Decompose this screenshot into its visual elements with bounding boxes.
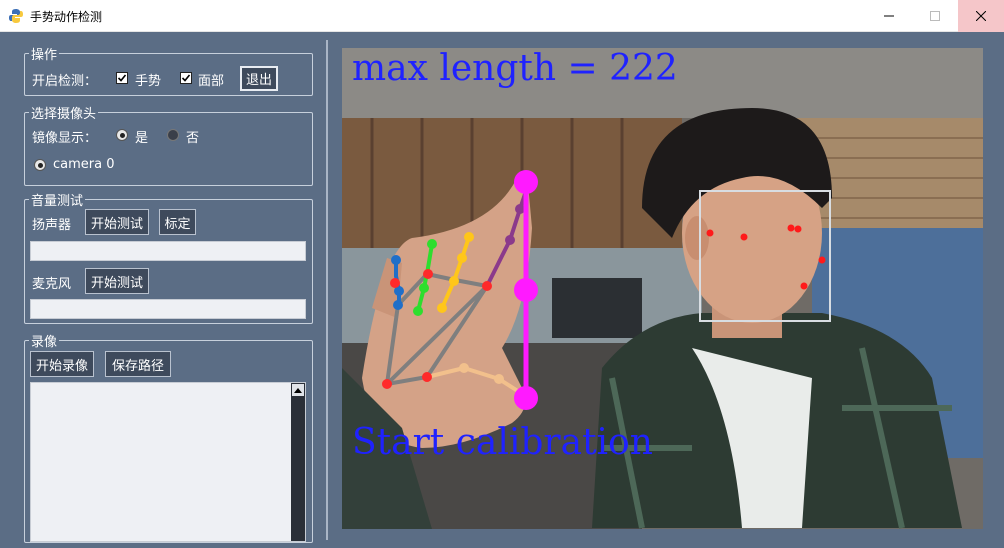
- mirror-no-radio[interactable]: [167, 129, 179, 141]
- mic-volume-bar: [30, 299, 306, 319]
- exit-button[interactable]: 退出: [240, 66, 278, 91]
- mirror-display-label: 镜像显示：: [32, 131, 98, 146]
- face-checkbox-label: 面部: [198, 74, 225, 89]
- start-recording-button-label: 开始录像: [35, 358, 88, 374]
- record-log-scrollbar[interactable]: [291, 383, 305, 541]
- calibration-overlay-text: Start calibration: [352, 422, 653, 463]
- arrow-up-icon: [294, 388, 302, 393]
- record-log-textarea[interactable]: [30, 382, 306, 542]
- scroll-up-button[interactable]: [292, 384, 304, 396]
- mirror-yes-radio[interactable]: [116, 129, 128, 141]
- volume-test-legend: 音量测试: [31, 194, 84, 209]
- camera-view: max length = 222 Start calibration: [342, 48, 983, 529]
- maximize-icon: [930, 11, 940, 21]
- close-button[interactable]: [958, 0, 1004, 32]
- save-path-button[interactable]: 保存路径: [105, 351, 171, 377]
- exit-button-label: 退出: [245, 73, 272, 88]
- title-bar: 手势动作检测: [0, 0, 1004, 32]
- mic-test-button[interactable]: 开始测试: [85, 268, 149, 294]
- start-recording-button[interactable]: 开始录像: [30, 351, 94, 377]
- close-icon: [976, 11, 986, 21]
- speaker-test-button[interactable]: 开始测试: [85, 209, 149, 235]
- camera-select-legend: 选择摄像头: [31, 107, 97, 122]
- face-checkbox[interactable]: [180, 72, 192, 84]
- minimize-button[interactable]: [866, 0, 912, 32]
- speaker-test-button-label: 开始测试: [90, 216, 143, 232]
- python-logo-icon: [9, 9, 23, 23]
- mic-test-button-label: 开始测试: [90, 275, 143, 291]
- max-length-overlay-text: max length = 222: [352, 48, 678, 89]
- gesture-checkbox-label: 手势: [135, 74, 162, 89]
- check-icon: [181, 74, 191, 82]
- record-legend: 录像: [31, 335, 58, 350]
- enable-detection-label: 开启检测：: [32, 74, 98, 89]
- calibrate-button-label: 标定: [164, 216, 191, 232]
- maximize-button[interactable]: [912, 0, 958, 32]
- check-icon: [117, 74, 127, 82]
- window-title: 手势动作检测: [30, 10, 103, 24]
- camera-0-label: camera 0: [53, 157, 115, 172]
- mirror-no-label: 否: [186, 131, 200, 146]
- microphone-label: 麦克风: [32, 277, 72, 292]
- gesture-checkbox[interactable]: [116, 72, 128, 84]
- calibrate-button[interactable]: 标定: [159, 209, 196, 235]
- operation-legend: 操作: [31, 48, 58, 63]
- panel-splitter[interactable]: [326, 40, 328, 540]
- minimize-icon: [884, 15, 894, 17]
- mirror-yes-label: 是: [135, 131, 149, 146]
- speaker-label: 扬声器: [32, 218, 72, 233]
- speaker-volume-bar: [30, 241, 306, 261]
- save-path-button-label: 保存路径: [111, 358, 164, 374]
- camera-0-radio[interactable]: [34, 159, 46, 171]
